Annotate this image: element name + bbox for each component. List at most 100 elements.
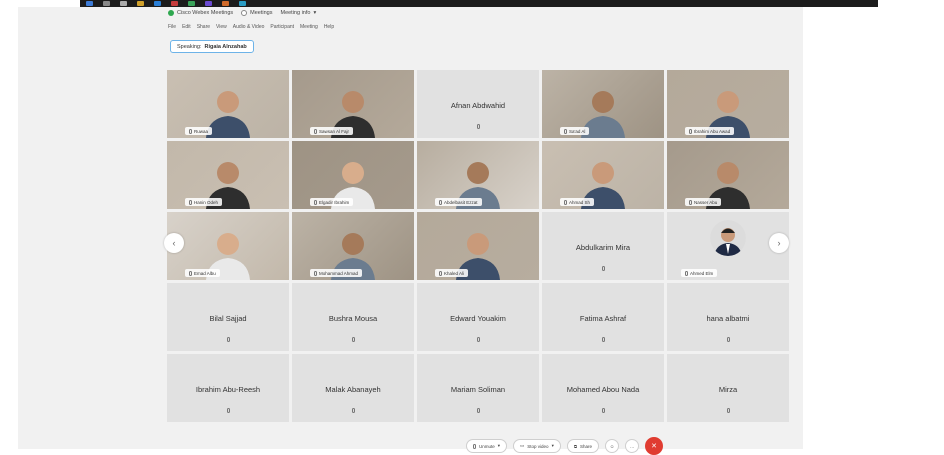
menu-meeting[interactable]: Meeting: [300, 24, 318, 30]
participant-name: Malak Abanayeh: [325, 385, 381, 394]
webex-icon[interactable]: [239, 1, 246, 6]
taskview-icon[interactable]: [120, 1, 127, 6]
share-icon: ⧉: [573, 443, 578, 449]
meeting-info-menu[interactable]: Meeting info ▾: [280, 10, 316, 16]
mic-muted-icon: [189, 270, 192, 276]
app-icon[interactable]: [205, 1, 212, 6]
mic-muted-icon: [314, 199, 317, 205]
end-call-button[interactable]: ✕: [645, 437, 664, 455]
menu-edit[interactable]: Edit: [182, 24, 191, 30]
participant-status: [667, 408, 789, 413]
participant-name: Ruwaa: [194, 128, 209, 134]
participant-nametag: Khaled Ali: [435, 269, 469, 277]
mic-muted-icon: [726, 337, 730, 342]
app-icon[interactable]: [171, 1, 178, 6]
edge-icon[interactable]: [154, 1, 161, 6]
participant-tile[interactable]: Sa'ad Al: [542, 70, 664, 138]
webex-logo-icon: [168, 10, 174, 16]
participant-tile[interactable]: hana albatmi: [667, 283, 789, 351]
participant-tile[interactable]: Ibrahim Abu-Reesh: [167, 354, 289, 422]
explorer-icon[interactable]: [137, 1, 144, 6]
participant-tile[interactable]: Malak Abanayeh: [292, 354, 414, 422]
meeting-window: Cisco Webex Meetings Meetings Meeting in…: [18, 7, 803, 449]
os-taskbar: [80, 0, 878, 7]
menu-help[interactable]: Help: [324, 24, 334, 30]
participant-name: Ahmad Sh: [569, 199, 591, 205]
participant-tile[interactable]: Sawsan Al Fajr: [292, 70, 414, 138]
participant-nametag: Ibrahim Abu Awad: [685, 127, 735, 135]
participant-tile[interactable]: Mohamed Abou Nada: [542, 354, 664, 422]
mic-muted-icon: [226, 408, 230, 413]
speaking-indicator: Speaking: Rigaia Alnzahab: [170, 40, 254, 53]
participant-nametag: Hanin Odeh: [185, 198, 223, 206]
participant-tile[interactable]: Fatima Ashraf: [542, 283, 664, 351]
chevron-left-icon: ‹: [172, 238, 176, 248]
chevron-down-icon: ▾: [497, 443, 501, 448]
participant-tile[interactable]: Mohammad Ahmad: [292, 212, 414, 280]
participant-tile[interactable]: Elgadir Ibrahim: [292, 141, 414, 209]
prev-page-button[interactable]: ‹: [164, 233, 184, 253]
unmute-button[interactable]: Unmute ▾: [466, 439, 508, 453]
participant-tile[interactable]: Bushra Mousa: [292, 283, 414, 351]
avatar-photo: [710, 220, 746, 256]
participant-status: [542, 266, 664, 271]
participant-nametag: Ruwaa: [185, 127, 213, 135]
participant-tile[interactable]: Ibrahim Abu Awad: [667, 70, 789, 138]
participants-button[interactable]: ☺: [605, 439, 620, 453]
participant-status: [292, 337, 414, 342]
start-icon[interactable]: [86, 1, 93, 6]
participant-tile[interactable]: Mirza: [667, 354, 789, 422]
participant-tile[interactable]: Emad Albu: [167, 212, 289, 280]
participant-tile[interactable]: Mariam Soliman: [417, 354, 539, 422]
participant-name: Ibrahim Abu Awad: [694, 128, 731, 134]
share-button[interactable]: ⧉ Share: [566, 439, 600, 453]
mic-muted-icon: [601, 408, 605, 413]
participant-tile[interactable]: Ahmad Sh: [542, 141, 664, 209]
next-page-button[interactable]: ›: [769, 233, 789, 253]
participant-name: Abdelbasit Ezzat: [444, 199, 478, 205]
participant-tile[interactable]: Bilal Sajjad: [167, 283, 289, 351]
participant-status: [167, 408, 289, 413]
participant-nametag: Mohammad Ahmad: [310, 269, 363, 277]
mic-muted-icon: [564, 128, 567, 134]
mic-muted-icon: [476, 337, 480, 342]
mic-muted-icon: [226, 337, 230, 342]
participant-tile[interactable]: Abdulkarim Mira: [542, 212, 664, 280]
participant-status: [167, 337, 289, 342]
participant-tile[interactable]: Ruwaa: [167, 70, 289, 138]
app-title[interactable]: Cisco Webex Meetings: [168, 10, 233, 16]
participant-tile[interactable]: Afnan Abdwahid: [417, 70, 539, 138]
participant-tile[interactable]: Khaled Ali: [417, 212, 539, 280]
participant-status: [417, 408, 539, 413]
participant-name: Fatima Ashraf: [579, 314, 627, 323]
menu-share[interactable]: Share: [197, 24, 210, 30]
participants-icon: ☺: [609, 443, 615, 449]
participant-tile[interactable]: Nasser Abu: [667, 141, 789, 209]
mic-muted-icon: [601, 337, 605, 342]
participant-tile[interactable]: Hanin Odeh: [167, 141, 289, 209]
meetings-tab[interactable]: Meetings: [241, 10, 272, 16]
mic-muted-icon: [476, 124, 480, 129]
menu-view[interactable]: View: [216, 24, 227, 30]
participant-nametag: Elgadir Ibrahim: [310, 198, 354, 206]
mic-muted-icon: [689, 199, 692, 205]
app-icon[interactable]: [188, 1, 195, 6]
participant-status: [417, 124, 539, 129]
mic-muted-icon: [564, 199, 567, 205]
menu-participant[interactable]: Participant: [270, 24, 294, 30]
participant-tile[interactable]: Edward Youakim: [417, 283, 539, 351]
menu-bar: File Edit Share View Audio & Video Parti…: [168, 24, 334, 30]
participant-name: Sa'ad Al: [569, 128, 586, 134]
app-icon[interactable]: [222, 1, 229, 6]
participant-nametag: Emad Albu: [185, 269, 220, 277]
mic-muted-icon: [439, 270, 442, 276]
more-button[interactable]: …: [625, 439, 640, 453]
video-button[interactable]: ▭ Stop video ▾: [513, 439, 561, 453]
participant-name: Ibrahim Abu-Reesh: [195, 385, 261, 394]
video-grid: Ruwaa Sawsan Al Fajr Afnan Abdwahid Sa'ad A…: [167, 70, 790, 422]
menu-file[interactable]: File: [168, 24, 176, 30]
camera-icon: ▭: [520, 443, 525, 448]
search-icon[interactable]: [103, 1, 110, 6]
participant-tile[interactable]: Abdelbasit Ezzat: [417, 141, 539, 209]
menu-audio-video[interactable]: Audio & Video: [233, 24, 265, 30]
